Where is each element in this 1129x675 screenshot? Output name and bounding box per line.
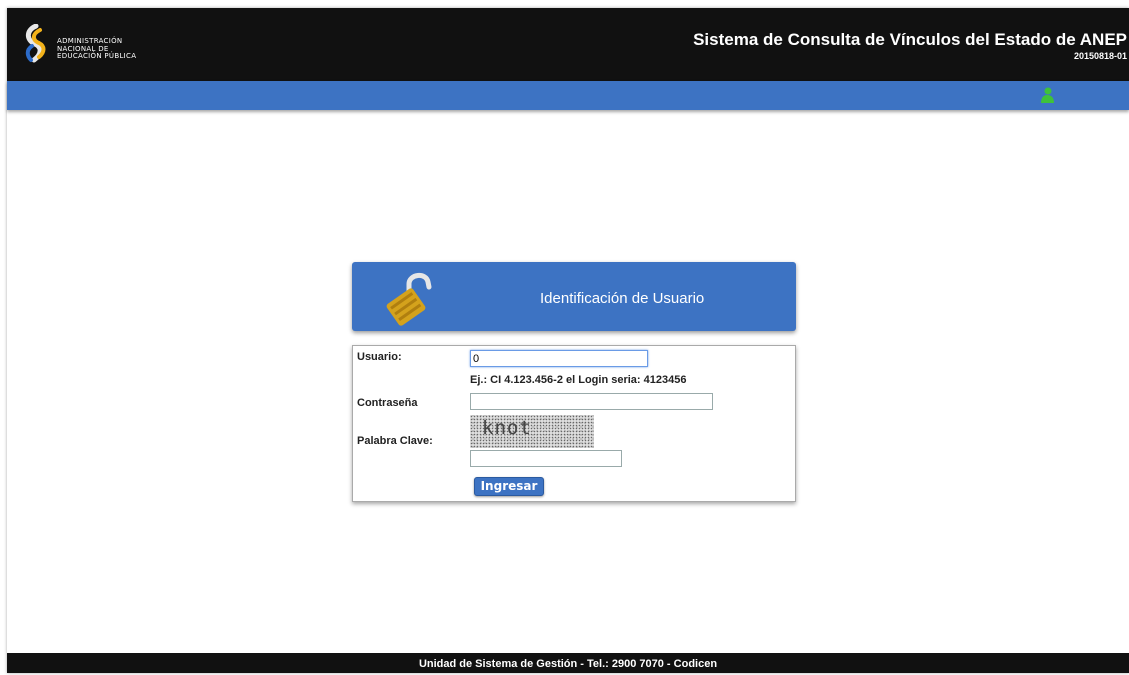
toolbar bbox=[7, 81, 1129, 110]
login-heading: Identificación de Usuario bbox=[540, 290, 705, 307]
anep-logo: ADMINISTRACIÓN NACIONAL DE EDUCACIÓN PÚB… bbox=[22, 22, 172, 68]
anep-logo-icon bbox=[25, 24, 46, 63]
login-panel-header: Identificación de Usuario bbox=[352, 262, 796, 331]
captcha-image: knot bbox=[470, 415, 594, 448]
contrasena-label: Contraseña bbox=[357, 397, 418, 409]
captcha-word: knot bbox=[482, 417, 532, 439]
logo-line: EDUCACIÓN PÚBLICA bbox=[57, 52, 137, 60]
user-icon[interactable] bbox=[1039, 86, 1055, 104]
app-version: 20150818-01 bbox=[1073, 51, 1127, 61]
usuario-input[interactable] bbox=[470, 350, 648, 367]
login-form: Usuario: Ej.: CI 4.123.456-2 el Login se… bbox=[352, 345, 796, 502]
palabra-clave-input[interactable] bbox=[470, 450, 622, 467]
ingresar-button[interactable]: Ingresar bbox=[474, 477, 544, 496]
page-frame: ADMINISTRACIÓN NACIONAL DE EDUCACIÓN PÚB… bbox=[7, 8, 1129, 673]
palabra-clave-label: Palabra Clave: bbox=[357, 435, 433, 447]
footer: Unidad de Sistema de Gestión - Tel.: 290… bbox=[7, 653, 1129, 673]
usuario-hint: Ej.: CI 4.123.456-2 el Login seria: 4123… bbox=[470, 374, 687, 386]
footer-text: Unidad de Sistema de Gestión - Tel.: 290… bbox=[418, 658, 718, 670]
app-title: Sistema de Consulta de Vínculos del Esta… bbox=[693, 30, 1127, 49]
usuario-label: Usuario: bbox=[357, 351, 402, 363]
app-header: ADMINISTRACIÓN NACIONAL DE EDUCACIÓN PÚB… bbox=[7, 8, 1129, 81]
password-field[interactable] bbox=[470, 393, 713, 410]
logo-text: ADMINISTRACIÓN NACIONAL DE EDUCACIÓN PÚB… bbox=[57, 37, 137, 61]
padlock-icon bbox=[386, 273, 432, 326]
